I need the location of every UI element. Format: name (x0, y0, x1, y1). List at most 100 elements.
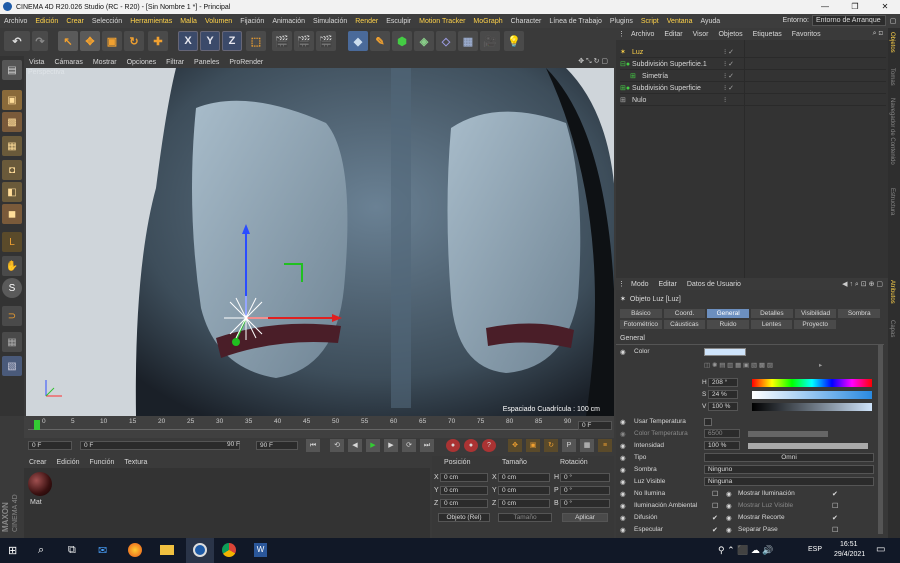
viewport-menu-filtrar[interactable]: Filtrar (161, 59, 189, 66)
object-menu-objetos[interactable]: Objetos (713, 31, 747, 38)
rotation-b-field[interactable]: 0 ° (560, 499, 610, 508)
menu-fijacion[interactable]: Fijación (236, 18, 268, 25)
menu-motion-tracker[interactable]: Motion Tracker (415, 18, 469, 25)
object-name[interactable]: Luz (632, 49, 643, 56)
file-explorer-icon[interactable] (160, 545, 174, 555)
attr-menu-datos[interactable]: Datos de Usuario (682, 281, 746, 288)
tab-ruido[interactable]: Ruido (707, 320, 749, 329)
tab-basico[interactable]: Básico (620, 309, 662, 318)
undo-icon[interactable]: ↶ (4, 31, 30, 51)
menu-herramientas[interactable]: Herramientas (126, 18, 176, 25)
word-icon[interactable]: W (254, 543, 267, 557)
rotate-icon[interactable]: ↻ (124, 31, 144, 51)
show-clipping-checkbox[interactable]: ✔ (832, 514, 838, 522)
anim-dot-icon[interactable]: ◉ (620, 430, 634, 438)
select-icon[interactable]: ↖ (58, 31, 78, 51)
system-tray-icons[interactable]: ⚲ ⌃ ⬛ ☁ 🔊 (718, 545, 774, 556)
key-rotation-icon[interactable]: ↻ (544, 439, 558, 452)
search-icon[interactable]: ⌕ ⊡ (868, 30, 888, 38)
menu-edicion[interactable]: Edición (31, 18, 62, 25)
tab-proyecto[interactable]: Proyecto (794, 320, 836, 329)
saturation-slider[interactable] (752, 390, 872, 399)
no-illumination-checkbox[interactable]: ☐ (712, 490, 726, 498)
y-axis-icon[interactable]: Y (200, 31, 220, 51)
material-menu-funcion[interactable]: Función (84, 459, 119, 466)
menu-plugins[interactable]: Plugins (606, 18, 637, 25)
maximize-button[interactable]: ❐ (840, 0, 870, 14)
symmetry-icon[interactable]: ▧ (2, 356, 22, 376)
menu-malla[interactable]: Malla (176, 18, 201, 25)
anim-dot-icon[interactable]: ◉ (726, 502, 738, 510)
render-settings-icon[interactable]: 🎬 (316, 31, 336, 51)
object-row-nulo[interactable]: ⊞ Nulo ⁝ (620, 95, 886, 106)
model-mode-icon[interactable]: ▣ (2, 90, 22, 110)
attr-menu-editar[interactable]: Editar (654, 281, 682, 288)
anim-dot-icon[interactable]: ◉ (726, 490, 738, 498)
side-tab-estructura[interactable]: Estructura (889, 188, 895, 215)
value-slider[interactable] (752, 402, 872, 411)
pen-icon[interactable]: ✎ (370, 31, 390, 51)
next-frame-icon[interactable]: ▶ (384, 439, 398, 452)
viewport-menu-prorender[interactable]: ProRender (224, 59, 268, 66)
windows-start-icon[interactable]: ⊞ (8, 544, 17, 557)
object-menu-visor[interactable]: Visor (688, 31, 714, 38)
expand-arrow-icon[interactable]: ▸ (819, 361, 822, 369)
mail-icon[interactable]: ✉ (98, 544, 107, 557)
menu-character[interactable]: Character (507, 18, 546, 25)
object-row-subdivision-1[interactable]: ⊟● Subdivisión Superficie.1 ⁝ ✓ (620, 59, 886, 70)
task-view-icon[interactable]: ⧉ (68, 544, 76, 557)
anim-dot-icon[interactable]: ◉ (620, 490, 634, 498)
shadow-select[interactable]: Ninguno (704, 465, 874, 474)
visibility-dots-icon[interactable]: ⁝ ✓ (724, 60, 734, 68)
key-param-icon[interactable]: P (562, 439, 576, 452)
lock-icon[interactable]: ▢ (886, 17, 900, 25)
intensity-slider[interactable] (748, 442, 868, 449)
size-z-field[interactable]: 0 cm (498, 499, 550, 508)
render-view-icon[interactable]: 🎬 (272, 31, 292, 51)
size-x-field[interactable]: 0 cm (498, 473, 550, 482)
language-indicator[interactable]: ESP (808, 546, 822, 553)
viewport-nav-icons[interactable]: ✥ ⤡ ↻ ▢ (578, 57, 608, 66)
next-key-icon[interactable]: ⟳ (402, 439, 416, 452)
object-name[interactable]: Nulo (632, 97, 646, 104)
move-icon[interactable]: ✥ (80, 31, 100, 51)
color-swatch[interactable] (704, 347, 746, 356)
current-frame-field[interactable]: 0 F (28, 441, 72, 450)
tab-detalles[interactable]: Detalles (751, 309, 793, 318)
chrome-icon[interactable] (222, 543, 236, 557)
render-picture-icon[interactable]: 🎬 (294, 31, 314, 51)
tweak-icon[interactable]: ✋ (2, 256, 22, 276)
make-editable-icon[interactable]: ▤ (2, 60, 22, 80)
anim-dot-icon[interactable]: ◉ (620, 442, 634, 450)
keyframe-selection-icon[interactable]: ? (482, 439, 496, 452)
picker-wheel-icon[interactable]: ◫ ✺ ▤ ▥ ▦ ▣ ▧ ▩ ▨ (704, 361, 773, 369)
anim-dot-icon[interactable]: ◉ (620, 454, 634, 462)
menu-render[interactable]: Render (351, 18, 382, 25)
timeline-menu-icon[interactable]: ≡ (598, 439, 612, 452)
tab-coord[interactable]: Coord. (663, 309, 706, 318)
material-swatch[interactable] (28, 472, 52, 496)
anim-dot-icon[interactable]: ◉ (620, 502, 634, 510)
key-position-icon[interactable]: ✥ (508, 439, 522, 452)
tab-lentes[interactable]: Lentes (750, 320, 793, 329)
saturation-field[interactable]: 24 % (708, 390, 738, 399)
magnet-icon[interactable]: ⊃ (2, 306, 22, 326)
viewport-menu-vista[interactable]: Vista (24, 59, 49, 66)
menu-esculpir[interactable]: Esculpir (382, 18, 415, 25)
z-axis-icon[interactable]: Z (222, 31, 242, 51)
object-name[interactable]: Subdivisión Superficie (632, 85, 701, 92)
points-mode-icon[interactable]: ◘ (2, 160, 22, 180)
edges-mode-icon[interactable]: ◧ (2, 182, 22, 202)
environment-select[interactable]: Entorno de Arranque (812, 15, 886, 26)
end-frame-field[interactable]: 0 F (578, 421, 612, 430)
tab-general[interactable]: General (707, 309, 750, 318)
type-select[interactable]: Omni (704, 453, 874, 462)
camera-icon[interactable]: 🎥 (480, 31, 500, 51)
side-tab-objetos[interactable]: Objetos (889, 32, 895, 53)
subdivision-icon[interactable]: ⬢ (392, 31, 412, 51)
range-start-field[interactable]: 0 F (80, 441, 240, 450)
light-icon[interactable]: 💡 (504, 31, 524, 51)
anim-dot-icon[interactable]: ◉ (620, 348, 634, 356)
tab-visibilidad[interactable]: Visibilidad (794, 309, 837, 318)
x-axis-icon[interactable]: X (178, 31, 198, 51)
